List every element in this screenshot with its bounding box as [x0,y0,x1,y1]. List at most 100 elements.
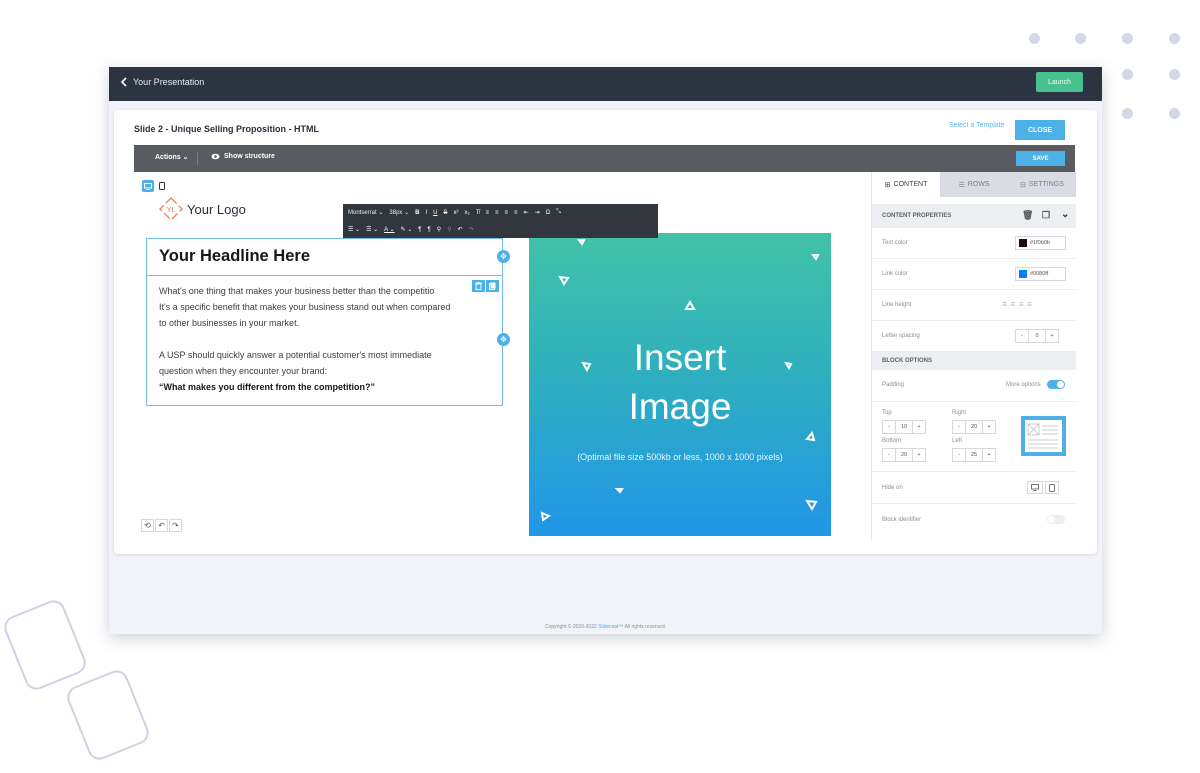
indent-icon[interactable]: ⇥ [535,209,540,216]
increment-button[interactable]: + [983,421,995,433]
headline[interactable]: Your Headline Here [159,247,310,266]
superscript-icon[interactable]: x² [453,210,458,216]
padding-top-stepper[interactable]: -10 + [882,420,926,434]
align-center-icon[interactable]: ≡ [495,210,499,216]
save-button[interactable]: SAVE [1016,151,1065,166]
letter-spacing-value[interactable]: 0 [1028,330,1046,342]
slide-title: Slide 2 - Unique Selling Proposition - H… [134,124,320,134]
collapse-icon[interactable]: ⤡ [556,209,561,216]
align-left-icon[interactable]: ≡ [486,210,490,216]
special-char-icon[interactable]: Ω [546,210,551,216]
history-button[interactable]: ⟲ [141,519,154,532]
align-right-icon[interactable]: ≡ [505,210,509,216]
mobile-view-button[interactable] [156,180,168,192]
format-row: ☰ ⌄ ☰ ⌄ A ⌄ ✎ ⌄ ¶ ¶ ⚲ ⚲ ↶ ↷ [343,221,474,238]
chevron-down-icon[interactable]: ⌄ [1061,209,1069,220]
back-label: Your Presentation [133,77,205,87]
text-block[interactable]: Your Headline Here What's one thing that… [146,238,503,406]
hide-on-desktop-button[interactable] [1027,481,1043,494]
tab-settings[interactable]: ⊟ SETTINGS [1008,172,1076,197]
text-color-icon[interactable]: A ⌄ [384,226,394,233]
redo-icon[interactable]: ↷ [469,226,474,233]
outdent-icon[interactable]: ⇤ [524,209,529,216]
align-justify-icon[interactable]: ≡ [514,210,518,216]
properties-panel: ⊞ CONTENT ☰ ROWS ⊟ SETTINGS CONTENT PROPERT… [871,172,1076,540]
link-icon[interactable]: ⚲ [437,226,441,233]
delete-block-button[interactable] [472,280,485,292]
top-bar: Your Presentation Launch [109,67,1102,101]
body-line: to other businesses in your market. [159,318,300,328]
bullet-list-icon[interactable]: ☰ ⌄ [348,226,360,233]
footer-brand-link[interactable]: Slidecast™ [598,624,623,630]
padding-right-value[interactable]: 20 [965,421,983,433]
grid-icon: ⊞ [884,181,891,189]
increment-button[interactable]: + [913,449,925,461]
strikethrough-icon[interactable]: S [443,210,447,216]
section-title: BLOCK OPTIONS [882,358,933,364]
line-height-options[interactable]: ≡≡≡≡ [1002,299,1035,309]
ltr-icon[interactable]: ¶ [418,227,421,233]
undo-button[interactable]: ↶ [155,519,168,532]
app-window: Your Presentation Launch Slide 2 - Uniqu… [109,67,1102,634]
launch-button[interactable]: Launch [1036,72,1083,92]
decrement-button[interactable]: - [1016,330,1028,342]
body-line: question when they encounter your brand: [159,366,328,376]
highlight-color-icon[interactable]: ✎ ⌄ [401,226,413,233]
headline-block[interactable]: Your Headline Here [147,239,502,276]
font-family-select[interactable]: Montserrat ⌄ [348,209,383,216]
block-identifier-row: Block identifier [872,504,1076,534]
move-handle-icon[interactable]: ✥ [497,250,510,263]
select-template-link[interactable]: Select a Template [949,122,1005,129]
text-color-picker[interactable]: #1f0b0b [1015,236,1066,250]
padding-left-stepper[interactable]: -25 + [952,448,996,462]
duplicate-block-button[interactable] [486,280,499,292]
increment-button[interactable]: + [983,449,995,461]
bottom-label: Bottom [882,438,902,444]
underline-icon[interactable]: U [433,210,437,216]
copy-icon[interactable]: ❐ [1042,210,1050,221]
font-size-select[interactable]: 38px ⌄ [389,209,409,216]
undo-icon[interactable]: ↶ [458,226,463,233]
decrement-button[interactable]: - [883,421,895,433]
body-text[interactable]: What's one thing that makes your busines… [159,283,497,395]
redo-button[interactable]: ↷ [169,519,182,532]
subscript-icon[interactable]: x₂ [464,210,469,216]
tab-rows[interactable]: ☰ ROWS [940,172,1008,197]
more-options-toggle[interactable] [1047,380,1065,389]
actions-menu[interactable]: Actions ⌄ [155,153,189,161]
padding-bottom-value[interactable]: 20 [895,449,913,461]
image-size-hint: (Optimal file size 500kb or less, 1000 x… [577,452,783,462]
close-button[interactable]: CLOSE [1015,120,1065,140]
padding-bottom-stepper[interactable]: -20 + [882,448,926,462]
padding-right-stepper[interactable]: -20 + [952,420,996,434]
italic-icon[interactable]: I [425,210,427,216]
trash-icon[interactable]: 🗑 [1022,210,1033,221]
block-identifier-toggle[interactable] [1047,515,1065,524]
rtl-icon[interactable]: ¶ [428,227,431,233]
show-structure-toggle[interactable]: Show structure [211,153,275,160]
decrement-button[interactable]: - [953,421,965,433]
body-line: What's one thing that makes your busines… [159,286,435,296]
logo-mark-icon: YL [159,197,183,221]
desktop-view-button[interactable] [142,180,154,192]
padding-left-value[interactable]: 25 [965,449,983,461]
increment-button[interactable]: + [1046,330,1058,342]
increment-button[interactable]: + [913,421,925,433]
back-link[interactable]: Your Presentation [120,77,204,87]
move-handle-icon[interactable]: ✥ [497,333,510,346]
numbered-list-icon[interactable]: ☰ ⌄ [366,226,378,233]
hide-on-mobile-button[interactable] [1045,481,1059,494]
insert-image-line: Image [628,386,732,427]
decrement-button[interactable]: - [883,449,895,461]
padding-top-value[interactable]: 10 [895,421,913,433]
right-label: Right [952,410,967,416]
bold-icon[interactable]: B [415,210,419,216]
decrement-button[interactable]: - [953,449,965,461]
letter-spacing-stepper[interactable]: -0 + [1015,329,1059,343]
image-placeholder[interactable]: Insert Image (Optimal file size 500kb or… [529,233,831,536]
decorative-square [0,596,90,694]
tab-content[interactable]: ⊞ CONTENT [872,172,940,197]
link-color-picker[interactable]: #0080ff [1015,267,1066,281]
unlink-icon[interactable]: ⚲ [447,226,451,233]
clear-format-icon[interactable]: T̸ [476,210,480,216]
